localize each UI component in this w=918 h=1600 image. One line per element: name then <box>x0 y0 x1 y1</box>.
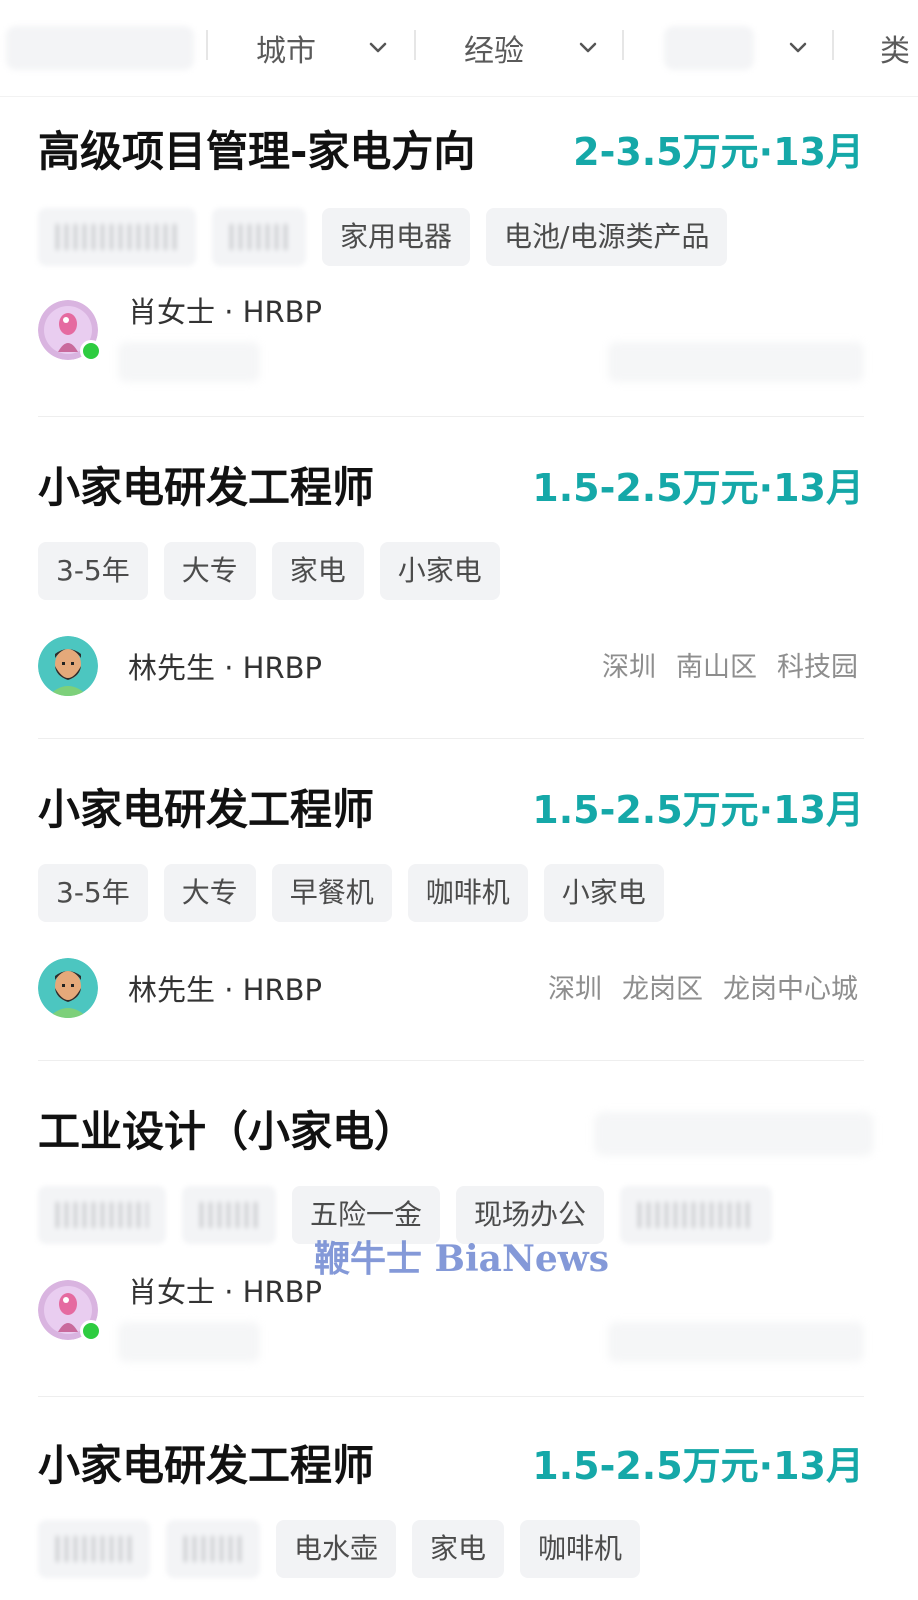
chevron-down-icon <box>368 38 388 58</box>
job-card[interactable]: 小家电研发工程师 1.5-2.5万元·13月 3-5年 大专 家电 小家电 林先… <box>38 460 864 739</box>
cutoff-filter-label: 类 <box>880 34 910 69</box>
cutoff-filter[interactable]: 类 <box>880 24 918 72</box>
tag: 大专 <box>163 864 256 922</box>
recruiter-row: 林先生 · HRBP 深圳 南山区 科技园 <box>38 636 864 700</box>
blurred-recruiter-info <box>118 1322 260 1362</box>
divider <box>414 30 416 60</box>
blurred-recruiter-info <box>118 342 260 382</box>
job-card[interactable]: 工业设计（小家电） 五险一金 现场办公 肖女士 · HRBP <box>38 1104 874 1397</box>
online-status-dot <box>80 340 102 362</box>
blurred-filter[interactable] <box>664 26 754 70</box>
divider <box>622 30 624 60</box>
blurred-tag <box>182 1186 276 1244</box>
recruiter-name: 肖女士 · HRBP <box>128 295 322 329</box>
job-card[interactable]: 小家电研发工程师 1.5-2.5万元·13月 3-5年 大专 早餐机 咖啡机 小… <box>38 782 864 1061</box>
job-title: 小家电研发工程师 <box>38 785 375 834</box>
tag: 咖啡机 <box>407 864 528 922</box>
tag: 电池/电源类产品 <box>486 208 728 266</box>
blurred-tag <box>620 1186 773 1244</box>
tag: 小家电 <box>379 542 500 600</box>
third-filter[interactable] <box>788 24 818 72</box>
tag-row: 3-5年 大专 家电 小家电 <box>38 542 516 600</box>
job-location: 深圳 南山区 科技园 <box>582 648 858 688</box>
tag-row: 电水壶 家电 咖啡机 <box>38 1520 656 1578</box>
tag: 五险一金 <box>292 1186 441 1244</box>
blurred-tag <box>212 208 306 266</box>
tag: 咖啡机 <box>520 1520 641 1578</box>
blurred-filter[interactable] <box>6 26 194 70</box>
location-area: 龙岗中心城 <box>723 974 858 1005</box>
bearded-man-avatar <box>38 636 98 696</box>
location-city: 深圳 <box>602 652 656 683</box>
tag: 3-5年 <box>38 864 148 922</box>
blurred-tag <box>38 1186 166 1244</box>
city-filter-label: 城市 <box>256 34 316 69</box>
experience-filter[interactable]: 经验 <box>464 24 604 72</box>
tag: 早餐机 <box>271 864 392 922</box>
experience-filter-label: 经验 <box>464 34 524 69</box>
divider <box>832 30 834 60</box>
blurred-tag <box>166 1520 260 1578</box>
blurred-location <box>608 1322 864 1362</box>
blurred-salary <box>594 1112 874 1156</box>
recruiter-row: 肖女士 · HRBP <box>38 295 864 382</box>
job-title: 小家电研发工程师 <box>38 1441 375 1490</box>
tag: 家用电器 <box>322 208 471 266</box>
tag: 家电 <box>412 1520 505 1578</box>
recruiter-row: 肖女士 · HRBP <box>38 1275 864 1362</box>
tag: 家电 <box>271 542 364 600</box>
job-location: 深圳 龙岗区 龙岗中心城 <box>528 970 858 1010</box>
tag-row: 家用电器 电池/电源类产品 <box>38 208 743 266</box>
bearded-man-avatar <box>38 958 98 1018</box>
tag: 小家电 <box>543 864 664 922</box>
salary: 2-3.5万元·13月 <box>573 130 864 174</box>
divider <box>206 30 208 60</box>
recruiter-name: 林先生 · HRBP <box>128 973 322 1007</box>
salary: 1.5-2.5万元·13月 <box>532 788 864 832</box>
recruiter-row: 林先生 · HRBP 深圳 龙岗区 龙岗中心城 <box>38 958 864 1022</box>
location-district: 南山区 <box>676 652 757 683</box>
job-card[interactable]: 小家电研发工程师 1.5-2.5万元·13月 电水壶 家电 咖啡机 <box>38 1438 864 1600</box>
tag: 3-5年 <box>38 542 148 600</box>
tag-row: 3-5年 大专 早餐机 咖啡机 小家电 <box>38 864 680 922</box>
tag-row: 五险一金 现场办公 <box>38 1186 788 1244</box>
job-list-screen: 城市 经验 类 高级项目管理-家电方向 2-3.5万元·13月 家用电器 电池/… <box>0 0 918 1600</box>
salary: 1.5-2.5万元·13月 <box>532 1444 864 1488</box>
job-title: 工业设计（小家电） <box>38 1107 417 1156</box>
salary: 1.5-2.5万元·13月 <box>532 466 864 510</box>
blurred-tag <box>38 1520 150 1578</box>
job-title: 高级项目管理-家电方向 <box>38 127 476 176</box>
tag: 现场办公 <box>456 1186 605 1244</box>
blurred-tag <box>38 208 196 266</box>
recruiter-name: 林先生 · HRBP <box>128 651 322 685</box>
recruiter-name: 肖女士 · HRBP <box>128 1275 322 1309</box>
job-title: 小家电研发工程师 <box>38 463 375 512</box>
location-city: 深圳 <box>548 974 602 1005</box>
location-area: 科技园 <box>777 652 858 683</box>
blurred-location <box>608 342 864 382</box>
chevron-down-icon <box>788 38 808 58</box>
online-status-dot <box>80 1320 102 1342</box>
tag: 大专 <box>163 542 256 600</box>
city-filter[interactable]: 城市 <box>256 24 396 72</box>
filter-bar: 城市 经验 类 <box>0 0 918 97</box>
job-card[interactable]: 高级项目管理-家电方向 2-3.5万元·13月 家用电器 电池/电源类产品 肖女… <box>38 124 864 417</box>
location-district: 龙岗区 <box>622 974 703 1005</box>
tag: 电水壶 <box>276 1520 397 1578</box>
chevron-down-icon <box>578 38 598 58</box>
